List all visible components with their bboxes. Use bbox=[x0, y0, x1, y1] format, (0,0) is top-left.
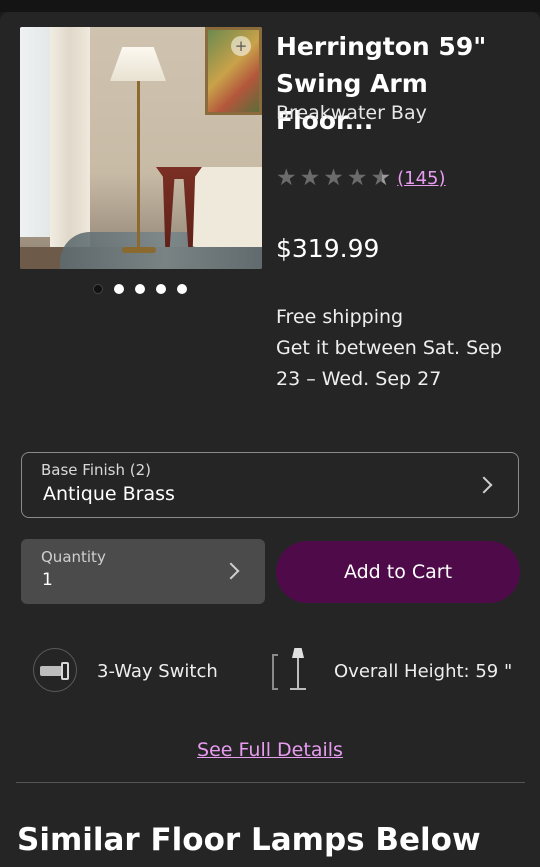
base-finish-value: Antique Brass bbox=[43, 483, 175, 505]
height-ruler bbox=[272, 654, 278, 690]
mini-lamp-shade bbox=[292, 648, 304, 658]
product-price: $319.99 bbox=[276, 234, 380, 263]
quantity-selector[interactable]: Quantity 1 bbox=[21, 539, 265, 604]
section-divider bbox=[16, 782, 525, 783]
photo-curtain bbox=[50, 27, 90, 257]
quantity-value: 1 bbox=[42, 570, 53, 590]
chevron-right-icon bbox=[222, 562, 240, 580]
star-icon: ★ bbox=[346, 165, 368, 191]
shipping-delivery-line-1: Get it between Sat. Sep bbox=[276, 337, 502, 359]
add-to-cart-button[interactable]: Add to Cart bbox=[276, 541, 520, 603]
gallery-dot-5[interactable] bbox=[177, 284, 187, 294]
shipping-info: Free shipping Get it between Sat. Sep 23… bbox=[276, 302, 526, 395]
photo-sofa bbox=[190, 167, 262, 247]
switch-icon bbox=[33, 648, 77, 692]
product-image[interactable] bbox=[20, 27, 262, 269]
photo-lamp-pole bbox=[137, 81, 140, 251]
gallery-dot-1[interactable] bbox=[93, 284, 103, 294]
mini-lamp-base bbox=[290, 688, 306, 690]
base-finish-label: Base Finish (2) bbox=[41, 461, 152, 479]
gallery-dot-2[interactable] bbox=[114, 284, 124, 294]
photo-lamp-shade bbox=[110, 47, 166, 81]
top-bar bbox=[0, 0, 540, 12]
photo-lamp-base bbox=[122, 247, 156, 253]
product-brand[interactable]: Breakwater Bay bbox=[276, 102, 427, 124]
review-count-link[interactable]: (145) bbox=[397, 168, 445, 189]
star-icon: ★ bbox=[276, 165, 297, 191]
feature-switch-text: 3-Way Switch bbox=[97, 661, 218, 682]
gallery-dot-3[interactable] bbox=[135, 284, 145, 294]
lamp-height-icon bbox=[268, 646, 308, 692]
shipping-delivery-line-2: 23 – Wed. Sep 27 bbox=[276, 368, 442, 390]
feature-height-text: Overall Height: 59 " bbox=[334, 661, 513, 682]
gallery-dot-4[interactable] bbox=[156, 284, 166, 294]
quantity-label: Quantity bbox=[41, 548, 106, 566]
shipping-free: Free shipping bbox=[276, 306, 404, 328]
switch-icon-knob bbox=[61, 662, 69, 680]
mini-lamp-pole bbox=[297, 658, 299, 688]
similar-section-title: Similar Floor Lamps Below bbox=[17, 822, 481, 858]
star-icon: ★ bbox=[299, 165, 321, 191]
zoom-plus-icon[interactable]: + bbox=[231, 36, 251, 56]
star-icon: ★ bbox=[323, 165, 344, 191]
base-finish-selector[interactable]: Base Finish (2) Antique Brass bbox=[21, 452, 519, 518]
gallery-pagination bbox=[93, 284, 187, 294]
switch-icon-body bbox=[40, 666, 62, 676]
half-star-icon: ★ bbox=[370, 165, 392, 191]
product-title-line-1: Herrington 59" bbox=[276, 32, 487, 61]
chevron-right-icon bbox=[475, 476, 493, 494]
rating-stars[interactable]: ★ ★ ★ ★ ★ (145) bbox=[276, 164, 446, 192]
see-full-details-link[interactable]: See Full Details bbox=[0, 739, 540, 761]
